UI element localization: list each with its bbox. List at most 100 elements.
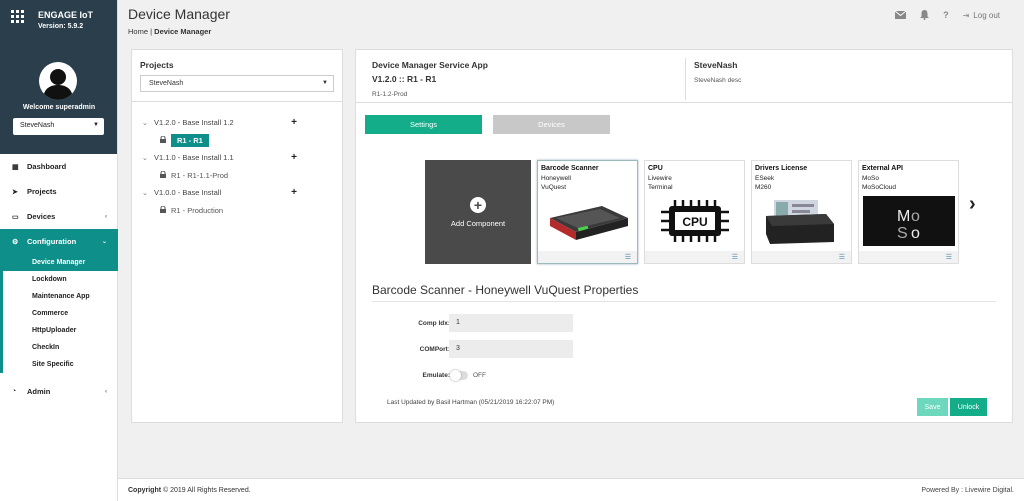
add-component-tile[interactable]: + Add Component [425,160,531,264]
sidebar-subitem-commerce[interactable]: Commerce [3,305,118,322]
logout-label: Log out [973,10,1000,20]
device-manager-panel: Device Manager Service App V1.2.0 :: R1 … [355,49,1013,423]
powered-by: Powered By : Livewire Digital. [921,487,1014,494]
bell-icon[interactable] [920,10,930,20]
sidebar-item-label: Projects [27,187,57,196]
divider [372,301,996,302]
sidebar-subitem-maintenance-app[interactable]: Maintenance App [3,288,118,305]
version-line: V1.2.0 :: R1 - R1 [372,74,437,84]
chevron-down-icon[interactable]: ⌄ [142,154,154,162]
sliders-icon[interactable]: ☰ [732,253,738,261]
lock-icon [160,170,166,180]
component-title: Drivers License [755,165,808,172]
comport-field[interactable]: 3 [449,340,573,358]
sidebar-nav: ▦ Dashboard ➤ Projects ▭ Devices ‹ ⚙ Con… [0,154,118,404]
component-card-cpu[interactable]: CPU Livewire Terminal CPU ☰ [644,160,745,264]
unlock-button[interactable]: Unlock [950,398,987,416]
sidebar-item-label: Admin [27,387,51,396]
sliders-icon[interactable]: ☰ [946,253,952,261]
card-footer [645,251,744,263]
card-footer [752,251,851,263]
sidebar-item-projects[interactable]: ➤ Projects [0,179,118,204]
sidebar-item-dashboard[interactable]: ▦ Dashboard [0,154,118,179]
divider [685,58,686,100]
component-card-barcode-scanner[interactable]: Barcode Scanner Honeywell VuQuest ☰ [537,160,638,264]
tree-release-leaf[interactable]: R1 - Production [142,202,332,220]
tree-version-label: V1.0.0 - Base Install [154,188,222,198]
svg-text:o: o [911,208,920,225]
gears-icon: ⚙ [12,238,19,246]
page-title: Device Manager [128,6,230,22]
lock-icon [160,205,166,215]
breadcrumb: Home | Device Manager [128,27,211,36]
copyright-label: Copyright [128,487,162,494]
dashboard-gauge-icon: ◔ [12,388,17,395]
save-button[interactable]: Save [917,398,948,416]
brand-name: ENGAGE IoT [38,10,94,20]
tree-version-label: V1.2.0 - Base Install 1.2 [154,118,234,128]
component-card-drivers-license[interactable]: Drivers License ESeek M260 ☰ [751,160,852,264]
divider [356,102,1012,103]
sidebar-subitem-checkin[interactable]: CheckIn [3,339,118,356]
tree-version-node[interactable]: ⌄ V1.2.0 - Base Install 1.2 + [142,114,332,132]
logout-link[interactable]: ⇥ Log out [963,11,1000,20]
sidebar-subitem-lockdown[interactable]: Lockdown [3,271,118,288]
card-footer [859,251,958,263]
tab-devices[interactable]: Devices [493,115,610,134]
license-reader-image [766,200,834,244]
sidebar-item-configuration[interactable]: ⚙ Configuration ⌄ [0,229,118,254]
tree-release-leaf[interactable]: R1 - R1 [142,132,332,150]
chevron-down-icon[interactable]: ⌄ [142,189,154,197]
tree-version-node[interactable]: ⌄ V1.0.0 - Base Install + [142,184,332,202]
sliders-icon[interactable]: ☰ [839,253,845,261]
sidebar-project-value: SteveNash [20,122,55,129]
component-carousel: + Add Component Barcode Scanner Honeywel… [425,160,959,264]
add-component-label: Add Component [450,218,506,228]
add-release-icon[interactable]: + [291,152,297,163]
add-release-icon[interactable]: + [291,117,297,128]
chevron-right-icon[interactable]: › [969,193,976,216]
caret-down-icon: ▼ [322,80,328,86]
chevron-down-icon[interactable]: ⌄ [142,119,154,127]
component-card-external-api[interactable]: External API MoSo MoSoCloud M o S o ☰ [858,160,959,264]
cpu-chip-label: CPU [682,215,707,229]
projects-select-value: SteveNash [149,80,184,87]
sliders-icon[interactable]: ☰ [625,253,631,261]
projects-select[interactable]: SteveNash ▼ [140,75,334,92]
chevron-left-icon: ‹ [105,213,107,220]
tree-release-label: R1 - R1-1.1-Prod [171,170,229,180]
component-title: Barcode Scanner [541,165,599,172]
emulate-label: Emulate: [422,372,450,379]
configuration-submenu: Device Manager Lockdown Maintenance App … [0,254,118,373]
envelope-icon[interactable] [895,11,907,19]
comp-idx-label: Comp Idx: [418,320,450,327]
add-release-icon[interactable]: + [291,187,297,198]
tree-release-label: R1 - Production [171,205,224,215]
emulate-toggle[interactable] [450,370,468,381]
monitor-icon: ▭ [12,213,19,221]
component-model: MoSoCloud [862,184,896,191]
sidebar-header: ENGAGE IoT Version: 5.9.2 Welcome supera… [0,0,117,154]
project-description: SteveNash desc [694,77,742,84]
paper-plane-icon: ➤ [12,188,18,196]
copyright: Copyright © 2019 All Rights Reserved. [128,487,251,494]
apps-grid-icon[interactable] [11,10,24,23]
tree-release-leaf[interactable]: R1 - R1-1.1-Prod [142,167,332,185]
release-subtitle: R1-1.2-Prod [372,91,408,98]
tree-version-node[interactable]: ⌄ V1.1.0 - Base Install 1.1 + [142,149,332,167]
help-icon[interactable]: ? [943,10,949,20]
footer: Copyright © 2019 All Rights Reserved. Po… [118,478,1024,501]
sidebar-subitem-httpuploader[interactable]: HttpUploader [3,322,118,339]
sidebar-subitem-device-manager[interactable]: Device Manager [3,254,118,271]
comp-idx-field[interactable]: 1 [449,314,573,332]
avatar [39,62,77,100]
sidebar-project-select[interactable]: SteveNash ▼ [13,118,104,135]
tab-settings[interactable]: Settings [365,115,482,134]
header-actions: ? ⇥ Log out [895,10,1000,20]
breadcrumb-current: Device Manager [154,27,212,36]
sidebar-item-devices[interactable]: ▭ Devices ‹ [0,204,118,229]
breadcrumb-separator: | [150,27,153,36]
sidebar-subitem-site-specific[interactable]: Site Specific [3,356,118,373]
breadcrumb-home[interactable]: Home [128,27,148,36]
sidebar-item-admin[interactable]: ◔ Admin ‹ [0,379,118,404]
